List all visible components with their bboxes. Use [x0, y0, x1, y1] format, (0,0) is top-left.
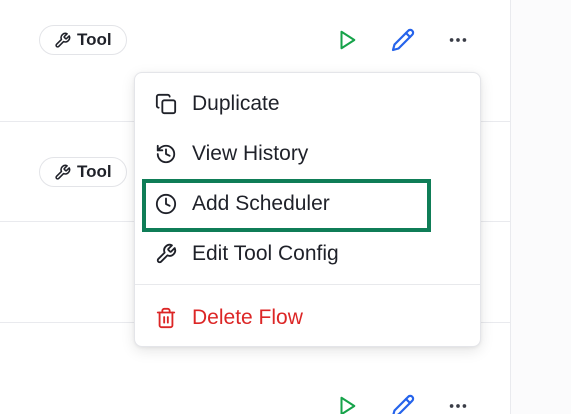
more-horizontal-icon	[447, 395, 469, 414]
menu-item-label: Duplicate	[192, 92, 280, 115]
edit-button[interactable]	[389, 26, 417, 54]
edit-button[interactable]	[389, 392, 417, 414]
menu-item-edit-tool-config[interactable]: Edit Tool Config	[135, 232, 480, 276]
copy-icon	[155, 93, 177, 115]
history-icon	[155, 143, 177, 165]
play-icon	[336, 29, 358, 51]
tag-label: Tool	[77, 162, 112, 181]
menu-item-duplicate[interactable]: Duplicate	[135, 82, 480, 126]
flows-list-page: Tool Tool Duplicate View History Add Sch…	[0, 0, 571, 414]
menu-item-view-history[interactable]: View History	[135, 132, 480, 176]
right-panel	[511, 0, 571, 414]
wrench-icon	[54, 164, 71, 181]
menu-item-label: Edit Tool Config	[192, 242, 339, 265]
flow-actions-menu: Duplicate View History Add Scheduler Edi…	[134, 72, 481, 347]
pencil-icon	[391, 28, 415, 52]
wrench-icon	[155, 243, 177, 265]
menu-item-delete-flow[interactable]: Delete Flow	[135, 296, 480, 340]
wrench-icon	[54, 32, 71, 49]
flow-tag: Tool	[39, 25, 127, 55]
menu-item-label: Delete Flow	[192, 306, 303, 329]
tag-label: Tool	[77, 30, 112, 49]
more-horizontal-icon	[447, 29, 469, 51]
clock-icon	[155, 193, 177, 215]
run-button[interactable]	[333, 26, 361, 54]
menu-divider	[135, 284, 480, 285]
flow-tag: Tool	[39, 157, 127, 187]
trash-icon	[155, 307, 177, 329]
more-button[interactable]	[444, 26, 472, 54]
play-icon	[336, 395, 358, 414]
menu-item-add-scheduler[interactable]: Add Scheduler	[135, 182, 480, 226]
run-button[interactable]	[333, 392, 361, 414]
more-button[interactable]	[444, 392, 472, 414]
pencil-icon	[391, 394, 415, 414]
menu-item-label: Add Scheduler	[192, 192, 330, 215]
menu-item-label: View History	[192, 142, 309, 165]
